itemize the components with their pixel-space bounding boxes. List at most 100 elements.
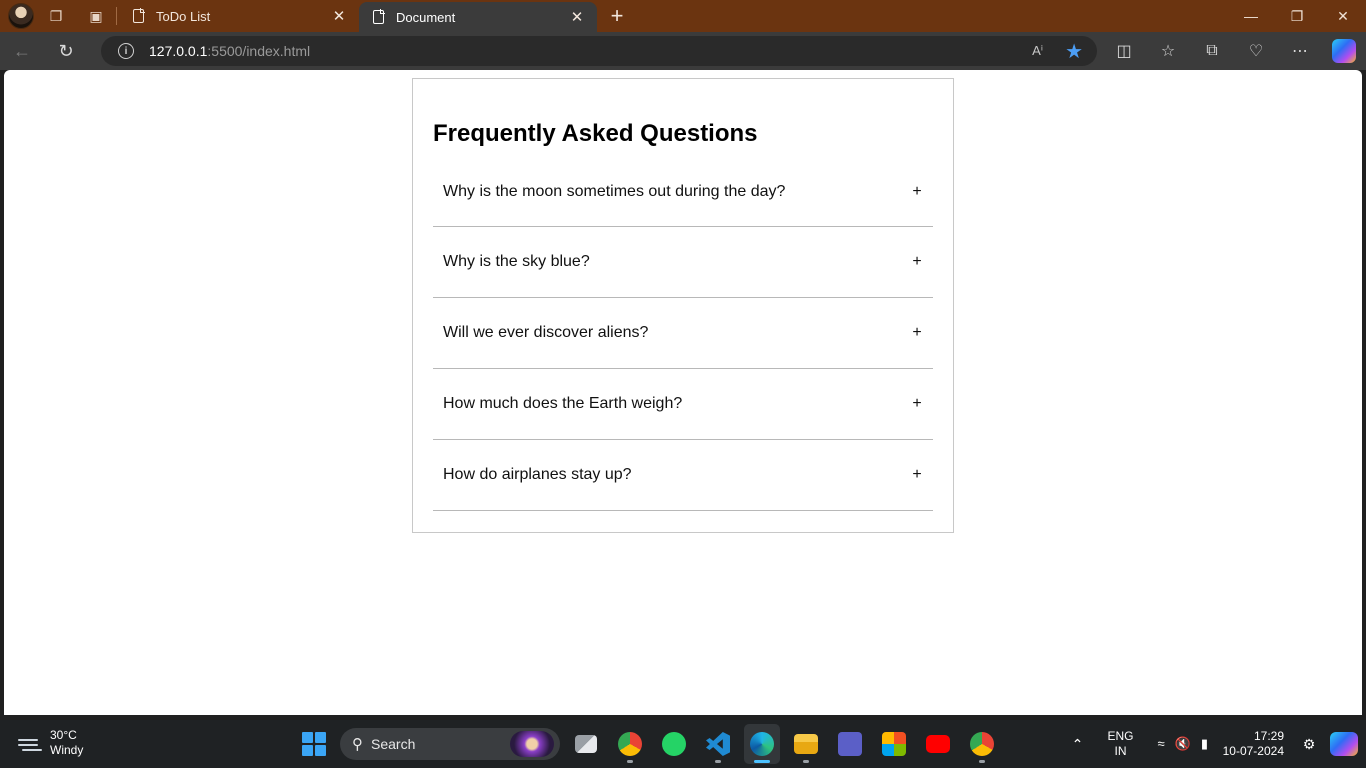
faq-question: How do airplanes stay up? bbox=[443, 466, 632, 483]
faq-item[interactable]: Why is the moon sometimes out during the… bbox=[433, 158, 933, 227]
browser-toolbar: ← ↻ i 127.0.0.1:5500/index.html Aⁱ ★ ◫ ☆… bbox=[0, 32, 1366, 70]
battery-icon: ▮ bbox=[1200, 736, 1208, 751]
task-view-icon bbox=[575, 735, 597, 753]
profile-avatar[interactable] bbox=[8, 3, 34, 29]
split-screen-icon[interactable]: ◫ bbox=[1102, 32, 1146, 70]
vscode-app[interactable] bbox=[700, 724, 736, 764]
faq-item[interactable]: Will we ever discover aliens? + bbox=[433, 298, 933, 369]
toolbar-right: ◫ ☆ ⧉ ♡ ⋯ bbox=[1102, 32, 1366, 70]
taskbar-search[interactable]: ⚲ Search bbox=[340, 728, 560, 760]
whatsapp-icon bbox=[662, 732, 686, 756]
weather-condition: Windy bbox=[50, 743, 84, 757]
running-indicator bbox=[627, 760, 633, 763]
windows-logo-icon bbox=[299, 729, 329, 759]
minimize-icon[interactable]: — bbox=[1228, 0, 1274, 32]
tab-close-icon[interactable]: ✕ bbox=[567, 8, 587, 26]
store-icon bbox=[882, 732, 906, 756]
chrome-icon bbox=[970, 732, 994, 756]
task-view-button[interactable] bbox=[568, 724, 604, 764]
youtube-app[interactable] bbox=[920, 724, 956, 764]
youtube-icon bbox=[926, 735, 950, 753]
taskbar-apps: ⚲ Search bbox=[296, 724, 1000, 764]
store-app[interactable] bbox=[876, 724, 912, 764]
search-label: Search bbox=[371, 736, 416, 752]
tab-label: ToDo List bbox=[156, 8, 211, 24]
clock[interactable]: 17:29 10-07-2024 bbox=[1222, 729, 1294, 759]
document-icon bbox=[133, 8, 145, 23]
language-indicator[interactable]: ENG IN bbox=[1098, 729, 1144, 759]
tab-close-icon[interactable]: ✕ bbox=[329, 7, 349, 25]
window-controls: — ❐ ✕ bbox=[1228, 0, 1366, 32]
faq-list: Why is the moon sometimes out during the… bbox=[433, 158, 933, 511]
more-options-icon[interactable]: ⋯ bbox=[1278, 32, 1322, 70]
browser-titlebar: ❐ ▣ ToDo List ✕ Document ✕ + — ❐ ✕ bbox=[0, 0, 1366, 32]
page-viewport: Frequently Asked Questions Why is the mo… bbox=[4, 70, 1362, 715]
favorite-star-icon[interactable]: ★ bbox=[1065, 39, 1083, 64]
faq-question: Why is the moon sometimes out during the… bbox=[443, 183, 786, 200]
active-indicator bbox=[754, 760, 770, 763]
collections-icon[interactable]: ⧉ bbox=[1190, 32, 1234, 70]
tab-document[interactable]: Document ✕ bbox=[359, 2, 597, 32]
running-indicator bbox=[803, 760, 809, 763]
chrome-profile-app[interactable] bbox=[964, 724, 1000, 764]
language-code: ENG bbox=[1107, 729, 1134, 743]
expand-plus-icon[interactable]: + bbox=[911, 395, 923, 413]
expand-plus-icon[interactable]: + bbox=[911, 253, 923, 271]
folder-icon bbox=[794, 734, 818, 754]
faq-item[interactable]: How do airplanes stay up? + bbox=[433, 440, 933, 511]
system-tray: ⌃ ENG IN ≈ 🔇 ▮ 17:29 10-07-2024 ⚙ bbox=[1058, 720, 1366, 768]
expand-plus-icon[interactable]: + bbox=[911, 324, 923, 342]
address-bar[interactable]: i 127.0.0.1:5500/index.html Aⁱ ★ bbox=[101, 36, 1097, 66]
start-button[interactable] bbox=[296, 724, 332, 764]
tab-actions-icon[interactable]: ▣ bbox=[78, 0, 114, 32]
close-window-icon[interactable]: ✕ bbox=[1320, 0, 1366, 32]
expand-plus-icon[interactable]: + bbox=[911, 183, 923, 201]
wifi-icon: ≈ bbox=[1157, 736, 1165, 751]
search-highlight-image bbox=[510, 731, 554, 757]
refresh-icon[interactable]: ↻ bbox=[44, 32, 88, 70]
tab-label: Document bbox=[396, 9, 456, 25]
running-indicator bbox=[979, 760, 985, 763]
faq-item[interactable]: Why is the sky blue? + bbox=[433, 227, 933, 298]
language-region: IN bbox=[1114, 744, 1127, 758]
quick-settings[interactable]: ≈ 🔇 ▮ bbox=[1144, 736, 1222, 752]
chrome-app[interactable] bbox=[612, 724, 648, 764]
read-aloud-icon[interactable]: Aⁱ bbox=[1032, 43, 1043, 59]
clock-time: 17:29 bbox=[1253, 729, 1284, 743]
running-indicator bbox=[715, 760, 721, 763]
site-info-icon[interactable]: i bbox=[118, 43, 134, 59]
document-icon bbox=[373, 9, 385, 24]
back-icon[interactable]: ← bbox=[0, 32, 44, 70]
faq-question: How much does the Earth weigh? bbox=[443, 395, 683, 412]
url-text[interactable]: 127.0.0.1:5500/index.html bbox=[149, 43, 310, 59]
faq-question: Will we ever discover aliens? bbox=[443, 324, 649, 341]
weather-widget[interactable]: 30°C Windy bbox=[16, 728, 83, 758]
copilot-taskbar-icon[interactable] bbox=[1330, 732, 1358, 756]
notification-bell-icon[interactable]: ⚙ bbox=[1294, 736, 1324, 753]
expand-plus-icon[interactable]: + bbox=[911, 466, 923, 484]
restore-icon[interactable]: ❐ bbox=[1274, 0, 1320, 32]
browser-essentials-icon[interactable]: ♡ bbox=[1234, 32, 1278, 70]
wind-icon bbox=[16, 733, 42, 753]
titlebar-left: ❐ ▣ bbox=[0, 0, 114, 32]
chrome-icon bbox=[618, 732, 642, 756]
faq-container: Frequently Asked Questions Why is the mo… bbox=[412, 78, 954, 533]
weather-text: 30°C Windy bbox=[50, 728, 83, 758]
tab-separator bbox=[116, 7, 117, 25]
whatsapp-app[interactable] bbox=[656, 724, 692, 764]
show-hidden-icons-icon[interactable]: ⌃ bbox=[1058, 736, 1098, 753]
file-explorer-app[interactable] bbox=[788, 724, 824, 764]
speaker-muted-icon: 🔇 bbox=[1174, 736, 1191, 751]
url-path: :5500/index.html bbox=[207, 43, 311, 59]
faq-item[interactable]: How much does the Earth weigh? + bbox=[433, 369, 933, 440]
windows-taskbar: 30°C Windy ⚲ Search ⌃ ENG IN ≈ 🔇 ▮ 17:29… bbox=[0, 720, 1366, 768]
url-host: 127.0.0.1 bbox=[149, 43, 208, 59]
new-tab-button[interactable]: + bbox=[597, 0, 637, 32]
copilot-button[interactable] bbox=[1322, 32, 1366, 70]
favorites-icon[interactable]: ☆ bbox=[1146, 32, 1190, 70]
vscode-icon bbox=[706, 732, 730, 756]
teams-app[interactable] bbox=[832, 724, 868, 764]
edge-app[interactable] bbox=[744, 724, 780, 764]
workspaces-icon[interactable]: ❐ bbox=[38, 0, 74, 32]
tab-todo-list[interactable]: ToDo List ✕ bbox=[119, 0, 359, 32]
